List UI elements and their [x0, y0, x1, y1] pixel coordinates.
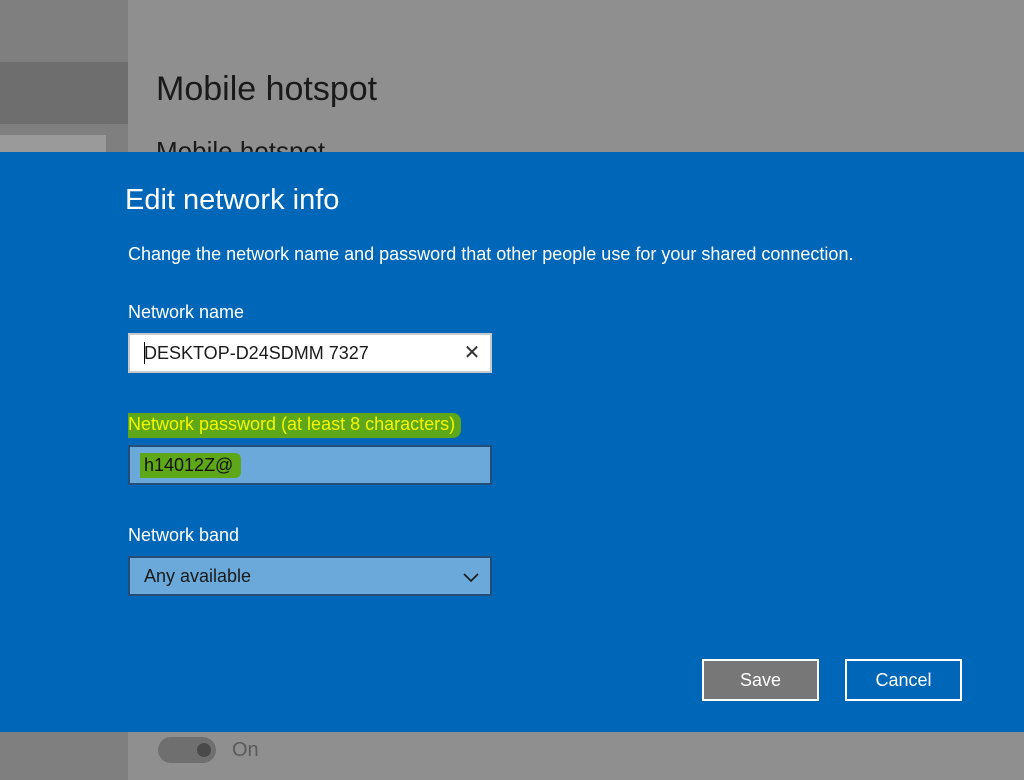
page-title: Mobile hotspot [156, 70, 378, 108]
toggle-knob [197, 743, 211, 757]
network-band-value: Any available [144, 566, 252, 586]
edit-network-dialog: Edit network info Change the network nam… [0, 152, 1024, 732]
dialog-description: Change the network name and password tha… [128, 244, 854, 264]
network-band-label: Network band [128, 525, 240, 545]
toggle-label: On [232, 739, 259, 761]
network-name-input[interactable]: DESKTOP-D24SDMM 7327 ✕ [128, 333, 492, 373]
close-icon[interactable]: ✕ [462, 342, 482, 364]
text-caret [144, 342, 145, 364]
network-password-input[interactable]: h14012Z@ [128, 445, 492, 485]
network-password-label: Network password (at least 8 characters) [128, 413, 462, 438]
network-name-value: DESKTOP-D24SDMM 7327 [144, 343, 369, 363]
save-button[interactable]: Save [702, 659, 819, 701]
dialog-title: Edit network info [125, 184, 340, 216]
network-password-value: h14012Z@ [140, 453, 242, 478]
chevron-down-icon [463, 573, 479, 583]
hotspot-toggle [158, 737, 216, 763]
section-title: Mobile hotspot [156, 136, 326, 152]
sidebar-item-selected [0, 62, 128, 124]
network-name-label: Network name [128, 302, 245, 322]
cancel-button[interactable]: Cancel [845, 659, 962, 701]
network-band-select[interactable]: Any available [128, 556, 492, 596]
